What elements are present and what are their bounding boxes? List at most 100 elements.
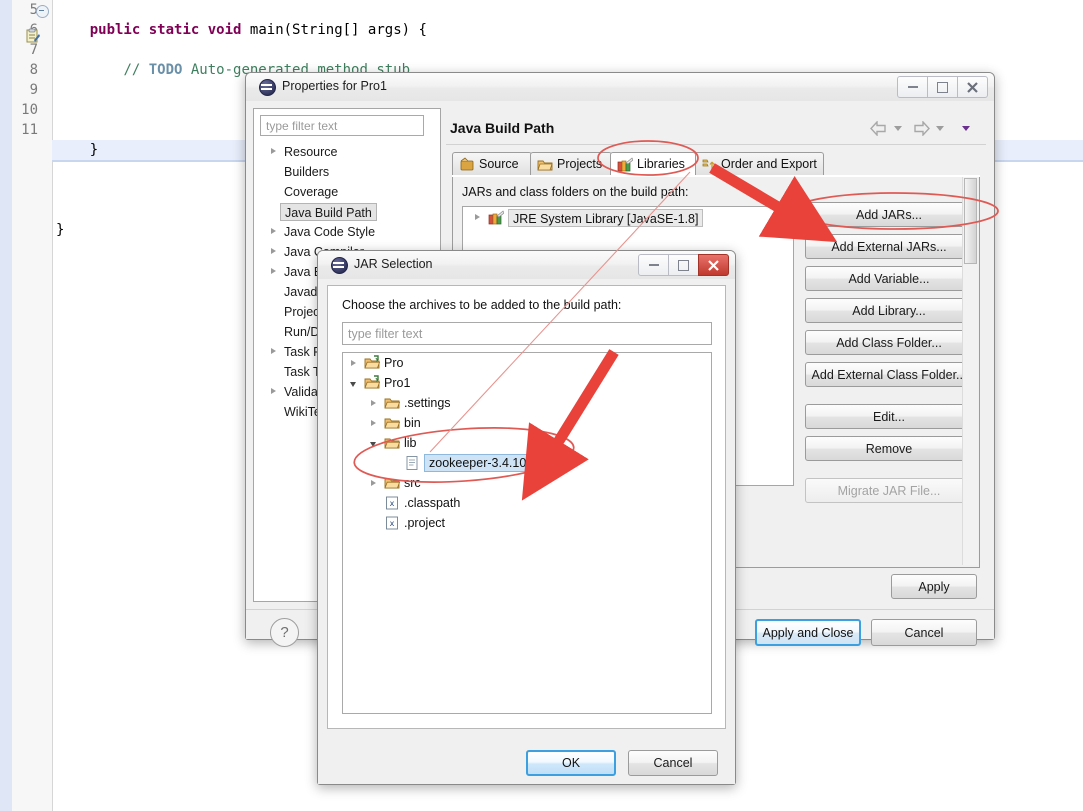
tree-item-label: Pro: [384, 356, 404, 370]
properties-dialog-title: Properties for Pro1: [282, 79, 387, 93]
eclipse-icon: [331, 257, 348, 274]
code-keyword-public: public: [89, 22, 141, 38]
minimize-icon[interactable]: [638, 254, 669, 276]
forward-dropdown-icon[interactable]: [936, 126, 944, 131]
line-number-ruler: 5 6 7 8 9 10 11: [0, 0, 48, 140]
code-fold-marker[interactable]: [36, 5, 49, 18]
tree-item-label: zookeeper-3.4.10.jar: [424, 454, 549, 472]
back-arrow-icon[interactable]: [870, 121, 888, 136]
expand-arrow-icon[interactable]: [271, 228, 276, 234]
tab-label: Libraries: [637, 157, 685, 171]
list-item[interactable]: src: [343, 473, 711, 493]
jar-selection-dialog[interactable]: JAR Selection Choose the archives to be …: [317, 250, 736, 785]
list-item[interactable]: zookeeper-3.4.10.jar: [343, 453, 711, 473]
jar-filter-input[interactable]: type filter text: [342, 322, 712, 345]
tab-source[interactable]: Source: [452, 152, 532, 176]
libraries-pane-label: JARs and class folders on the build path…: [462, 185, 689, 199]
tab-order-and-export[interactable]: Order and Export: [694, 152, 824, 176]
page-title: Java Build Path: [450, 120, 555, 136]
apply-button[interactable]: Apply: [891, 574, 977, 599]
expand-arrow-icon[interactable]: [351, 360, 356, 366]
line-number: 8: [29, 62, 38, 78]
sidebar-item-java-build-path[interactable]: Java Build Path: [254, 202, 440, 222]
tree-item-label: .classpath: [404, 496, 461, 510]
expand-arrow-icon[interactable]: [271, 348, 276, 354]
expand-arrow-icon[interactable]: [271, 248, 276, 254]
sidebar-item-coverage[interactable]: Coverage: [254, 182, 440, 202]
list-item[interactable]: .settings: [343, 393, 711, 413]
list-item[interactable]: lib: [343, 433, 711, 453]
collapse-arrow-icon[interactable]: [350, 382, 356, 387]
expand-arrow-icon[interactable]: [475, 214, 480, 220]
help-icon[interactable]: ?: [270, 618, 299, 647]
list-item[interactable]: Pro1: [343, 373, 711, 393]
sidebar-item-java-code-style[interactable]: Java Code Style: [254, 222, 440, 242]
expand-arrow-icon[interactable]: [271, 268, 276, 274]
library-entry-label: JRE System Library [JavaSE-1.8]: [508, 209, 704, 227]
forward-arrow-icon[interactable]: [912, 121, 930, 136]
add-external-jars-button[interactable]: Add External JARs...: [805, 234, 973, 259]
close-icon[interactable]: [698, 254, 729, 276]
scrollbar-thumb[interactable]: [964, 178, 977, 264]
expand-arrow-icon[interactable]: [371, 420, 376, 426]
sidebar-item-builders[interactable]: Builders: [254, 162, 440, 182]
add-external-class-folder-button[interactable]: Add External Class Folder...: [805, 362, 973, 387]
line-number: 10: [21, 102, 38, 118]
list-item[interactable]: bin: [343, 413, 711, 433]
add-variable-button[interactable]: Add Variable...: [805, 266, 973, 291]
list-item[interactable]: x .project: [343, 513, 711, 533]
list-item[interactable]: x .classpath: [343, 493, 711, 513]
line-number: 9: [29, 82, 38, 98]
jar-selection-inner-panel: Choose the archives to be added to the b…: [327, 285, 726, 729]
properties-filter-input[interactable]: type filter text: [260, 115, 424, 136]
edit-button[interactable]: Edit...: [805, 404, 973, 429]
tree-item-label: Pro1: [384, 376, 411, 390]
close-icon[interactable]: [957, 76, 988, 98]
add-library-button[interactable]: Add Library...: [805, 298, 973, 323]
jar-selection-window-controls[interactable]: [638, 254, 729, 276]
tab-projects[interactable]: Projects: [530, 152, 612, 176]
view-menu-icon[interactable]: [962, 126, 970, 131]
minimize-icon[interactable]: [897, 76, 928, 98]
expand-arrow-icon[interactable]: [371, 400, 376, 406]
collapse-arrow-icon[interactable]: [370, 442, 376, 447]
expand-arrow-icon[interactable]: [371, 480, 376, 486]
apply-and-close-button[interactable]: Apply and Close: [755, 619, 861, 646]
expand-arrow-icon[interactable]: [271, 388, 276, 394]
source-folder-icon: [460, 157, 474, 171]
sidebar-item-label: Java Build Path: [280, 203, 377, 221]
list-item[interactable]: JRE System Library [JavaSE-1.8]: [463, 207, 793, 229]
libraries-books-icon: [488, 210, 504, 225]
properties-dialog-titlebar[interactable]: Properties for Pro1: [246, 73, 994, 101]
list-item[interactable]: Pro: [343, 353, 711, 373]
ok-button[interactable]: OK: [526, 750, 616, 776]
properties-heading-separator: [446, 144, 986, 145]
tree-item-label: bin: [404, 416, 421, 430]
todo-task-icon: [26, 28, 40, 43]
maximize-icon[interactable]: [668, 254, 699, 276]
libraries-books-icon: [617, 157, 633, 172]
back-dropdown-icon[interactable]: [894, 126, 902, 131]
pane-scrollbar[interactable]: [962, 177, 978, 565]
maximize-icon[interactable]: [927, 76, 958, 98]
folder-icon: [384, 438, 400, 449]
folder-icon: [384, 398, 400, 409]
cancel-button[interactable]: Cancel: [871, 619, 977, 646]
jar-selection-title: JAR Selection: [354, 257, 433, 271]
folder-icon: [384, 418, 400, 429]
libraries-side-buttons[interactable]: Add JARs... Add External JARs... Add Varia…: [805, 202, 973, 510]
remove-button[interactable]: Remove: [805, 436, 973, 461]
jar-file-tree[interactable]: Pro Pro1 .settings bin lib zookeeper-3.4.10.j…: [342, 352, 712, 714]
projects-folder-icon: [537, 160, 553, 171]
add-jars-button[interactable]: Add JARs...: [805, 202, 973, 227]
cancel-button[interactable]: Cancel: [628, 750, 718, 776]
sidebar-item-resource[interactable]: Resource: [254, 142, 440, 162]
tab-libraries[interactable]: Libraries: [610, 152, 696, 176]
properties-nav-buttons[interactable]: [870, 120, 982, 140]
jar-selection-titlebar[interactable]: JAR Selection: [318, 251, 735, 279]
expand-arrow-icon[interactable]: [271, 148, 276, 154]
tab-label: Projects: [557, 157, 603, 171]
add-class-folder-button[interactable]: Add Class Folder...: [805, 330, 973, 355]
properties-window-controls[interactable]: [897, 76, 988, 98]
xml-file-icon: x: [386, 516, 398, 530]
